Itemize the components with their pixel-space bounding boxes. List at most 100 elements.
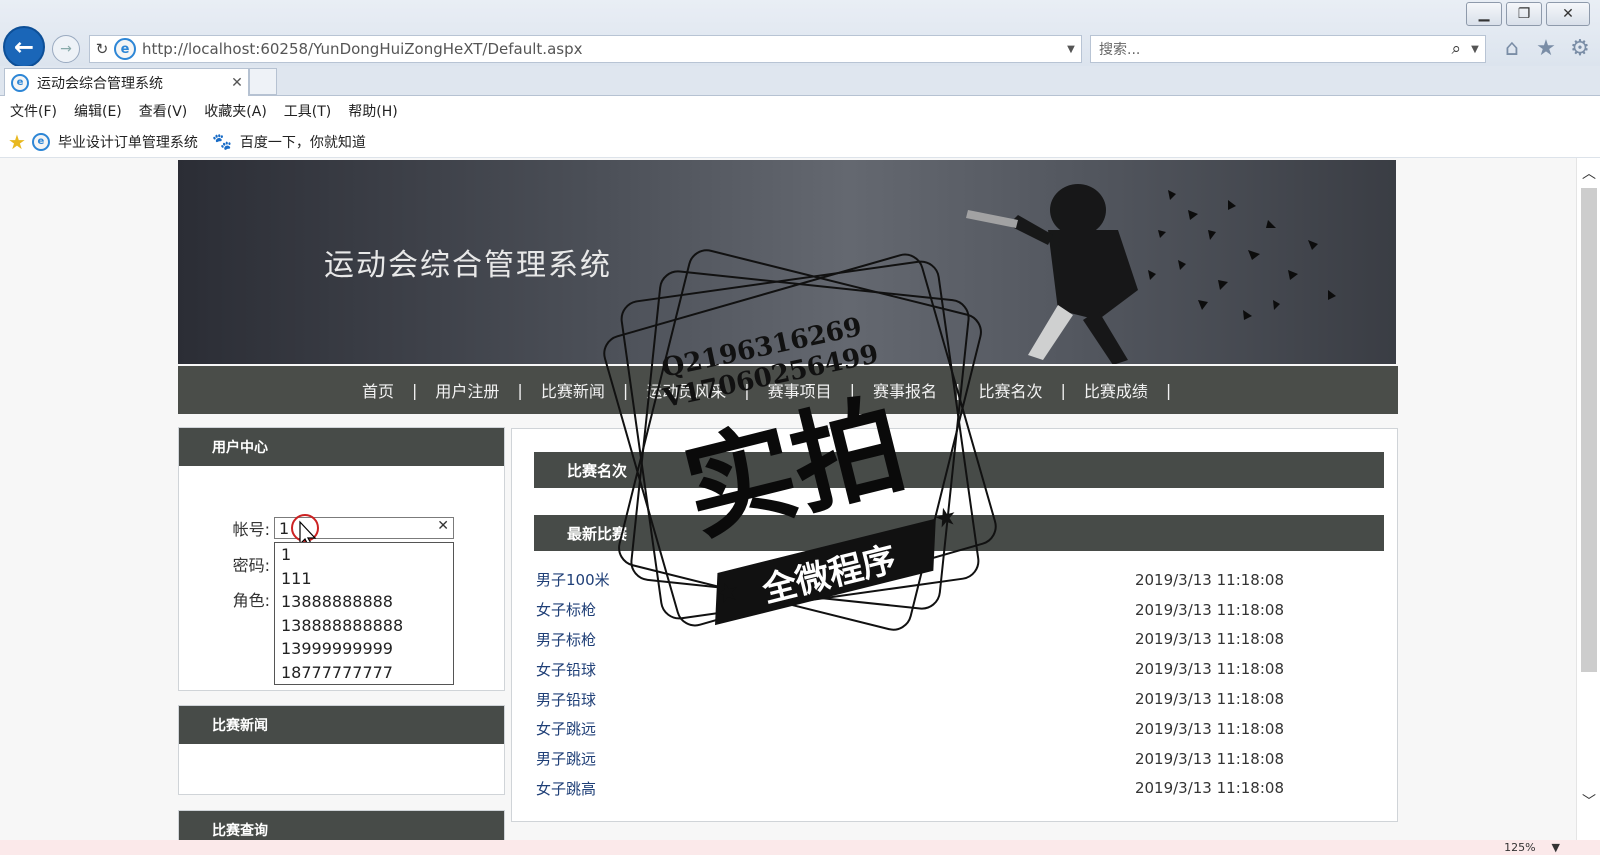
role-row: 角色:: [226, 587, 274, 611]
nav-results[interactable]: 比赛成绩: [1084, 378, 1148, 402]
user-center-heading: 用户中心: [179, 428, 504, 466]
back-arrow-icon[interactable]: ←: [3, 26, 45, 68]
refresh-icon[interactable]: ↻: [90, 36, 114, 62]
favorite-link-baidu[interactable]: 🐾 百度一下，你就知道: [212, 132, 366, 152]
page-scrollbar[interactable]: ︿ ﹀: [1576, 158, 1600, 840]
favorite-link-orders[interactable]: e 毕业设计订单管理系统: [31, 132, 198, 152]
menu-bar: 文件(F) 编辑(E) 查看(V) 收藏夹(A) 工具(T) 帮助(H): [0, 96, 1600, 126]
restore-button[interactable]: ❐: [1506, 2, 1542, 26]
list-item: 女子跳远 2019/3/13 11:18:08: [536, 714, 1296, 744]
game-time: 2019/3/13 11:18:08: [1134, 719, 1284, 738]
news-heading: 比赛新闻: [179, 706, 504, 744]
main-panel: 比赛名次 最新比赛 男子100米 2019/3/13 11:18:08 女子标枪 2…: [511, 428, 1398, 822]
browser-tab[interactable]: e 运动会综合管理系统 ✕: [4, 68, 249, 96]
zoom-dropdown-icon[interactable]: ▼: [1552, 841, 1560, 854]
game-link[interactable]: 女子跳高: [536, 778, 596, 799]
browser-toolbar-icons: ⌂ ★ ⚙: [1500, 35, 1592, 61]
game-time: 2019/3/13 11:18:08: [1134, 630, 1284, 649]
game-time: 2019/3/13 11:18:08: [1134, 570, 1284, 589]
search-icon[interactable]: ⌕: [1451, 39, 1461, 59]
nav-separator: |: [1165, 380, 1172, 400]
menu-view[interactable]: 查看(V): [139, 101, 188, 121]
game-link[interactable]: 男子100米: [536, 569, 610, 590]
game-link[interactable]: 男子标枪: [536, 629, 596, 650]
nav-separator: |: [622, 380, 629, 400]
browser-titlebar: ▁ ❐ ✕ ← → ↻ e http://localhost:60258/Yun…: [0, 0, 1600, 68]
nav-news[interactable]: 比赛新闻: [541, 378, 605, 402]
nav-rankings[interactable]: 比赛名次: [978, 378, 1042, 402]
nav-register[interactable]: 用户注册: [435, 378, 499, 402]
account-autocomplete-list: 1 111 13888888888 138888888888 139999999…: [274, 542, 454, 685]
game-link[interactable]: 女子铅球: [536, 659, 596, 680]
autocomplete-item[interactable]: 13888888888: [275, 590, 453, 614]
nav-separator: |: [744, 380, 750, 400]
game-link[interactable]: 男子跳远: [536, 748, 596, 769]
window-controls: ▁ ❐ ✕: [1466, 2, 1590, 26]
list-item: 女子标枪 2019/3/13 11:18:08: [536, 595, 1296, 625]
game-link[interactable]: 男子铅球: [536, 689, 596, 710]
close-window-button[interactable]: ✕: [1546, 2, 1590, 26]
list-item: 女子跳高 2019/3/13 11:18:08: [536, 774, 1296, 804]
nav-separator: |: [1060, 380, 1066, 400]
query-heading: 比赛查询: [179, 811, 504, 840]
favorites-bar: ★ e 毕业设计订单管理系统 🐾 百度一下，你就知道: [0, 126, 1600, 158]
site-title: 运动会综合管理系统: [324, 248, 612, 283]
autocomplete-item[interactable]: 138888888888: [275, 614, 453, 638]
scroll-thumb[interactable]: [1581, 188, 1597, 672]
autocomplete-item[interactable]: 1: [275, 543, 453, 567]
gear-icon[interactable]: ⚙: [1568, 35, 1592, 61]
list-item: 男子100米 2019/3/13 11:18:08: [536, 565, 1296, 595]
ie-tab-icon: e: [11, 73, 29, 92]
page-viewport: 运动会综合管理系统 首页 | 用户注册 | 比赛新闻 | 运动员风采 | 赛事项…: [0, 158, 1576, 840]
browser-search-box[interactable]: 搜索... ⌕ ▼: [1090, 35, 1486, 63]
address-dropdown-icon[interactable]: ▼: [1061, 44, 1081, 55]
nav-separator: |: [849, 380, 856, 400]
favorite-link-label[interactable]: 毕业设计订单管理系统: [58, 132, 198, 152]
zoom-level[interactable]: 125%: [1504, 841, 1535, 854]
role-label: 角色:: [232, 591, 270, 610]
address-bar[interactable]: ↻ e http://localhost:60258/YunDongHuiZon…: [89, 35, 1082, 63]
star-icon[interactable]: ★: [1534, 35, 1558, 61]
favorite-link-label[interactable]: 百度一下，你就知道: [240, 132, 366, 152]
nav-separator: |: [517, 380, 523, 400]
nav-events[interactable]: 赛事项目: [768, 378, 832, 402]
forward-arrow-icon[interactable]: →: [52, 35, 80, 63]
autocomplete-item[interactable]: 18777777777: [275, 661, 453, 685]
menu-edit[interactable]: 编辑(E): [74, 101, 122, 121]
new-tab-button[interactable]: [249, 68, 277, 95]
minimize-button[interactable]: ▁: [1466, 2, 1502, 26]
menu-help[interactable]: 帮助(H): [348, 101, 397, 121]
athlete-image: [966, 184, 1336, 364]
close-icon[interactable]: ✕: [226, 75, 248, 91]
autocomplete-item[interactable]: 13999999999: [275, 637, 453, 661]
favorites-star-icon[interactable]: ★: [8, 130, 26, 154]
scroll-up-icon[interactable]: ︿: [1577, 162, 1600, 184]
clear-input-icon[interactable]: ✕: [437, 518, 449, 534]
latest-games-heading: 最新比赛: [534, 515, 1384, 551]
menu-file[interactable]: 文件(F): [10, 101, 57, 121]
nav-signup[interactable]: 赛事报名: [873, 378, 937, 402]
nav-athletes[interactable]: 运动员风采: [646, 378, 726, 402]
search-placeholder[interactable]: 搜索...: [1099, 39, 1451, 59]
game-time: 2019/3/13 11:18:08: [1134, 779, 1284, 798]
account-label: 帐号:: [232, 520, 270, 539]
nav-separator: |: [412, 380, 418, 400]
scroll-down-icon[interactable]: ﹀: [1577, 790, 1600, 812]
list-item: 男子铅球 2019/3/13 11:18:08: [536, 684, 1296, 714]
game-link[interactable]: 女子标枪: [536, 599, 596, 620]
home-icon[interactable]: ⌂: [1500, 35, 1524, 61]
search-dropdown-icon[interactable]: ▼: [1465, 44, 1485, 55]
nav-home[interactable]: 首页: [362, 378, 394, 402]
game-time: 2019/3/13 11:18:08: [1134, 660, 1284, 679]
password-label: 密码:: [232, 556, 270, 575]
site-banner: 运动会综合管理系统: [178, 160, 1396, 364]
address-text[interactable]: http://localhost:60258/YunDongHuiZongHeX…: [142, 40, 1061, 58]
menu-favorites[interactable]: 收藏夹(A): [204, 101, 267, 121]
query-panel: 比赛查询: [178, 810, 505, 840]
status-bar: 125% ▼: [0, 840, 1600, 855]
autocomplete-item[interactable]: 111: [275, 567, 453, 591]
password-row: 密码:: [226, 552, 274, 576]
menu-tools[interactable]: 工具(T): [284, 101, 331, 121]
game-link[interactable]: 女子跳远: [536, 718, 596, 739]
tab-title[interactable]: 运动会综合管理系统: [37, 73, 226, 93]
